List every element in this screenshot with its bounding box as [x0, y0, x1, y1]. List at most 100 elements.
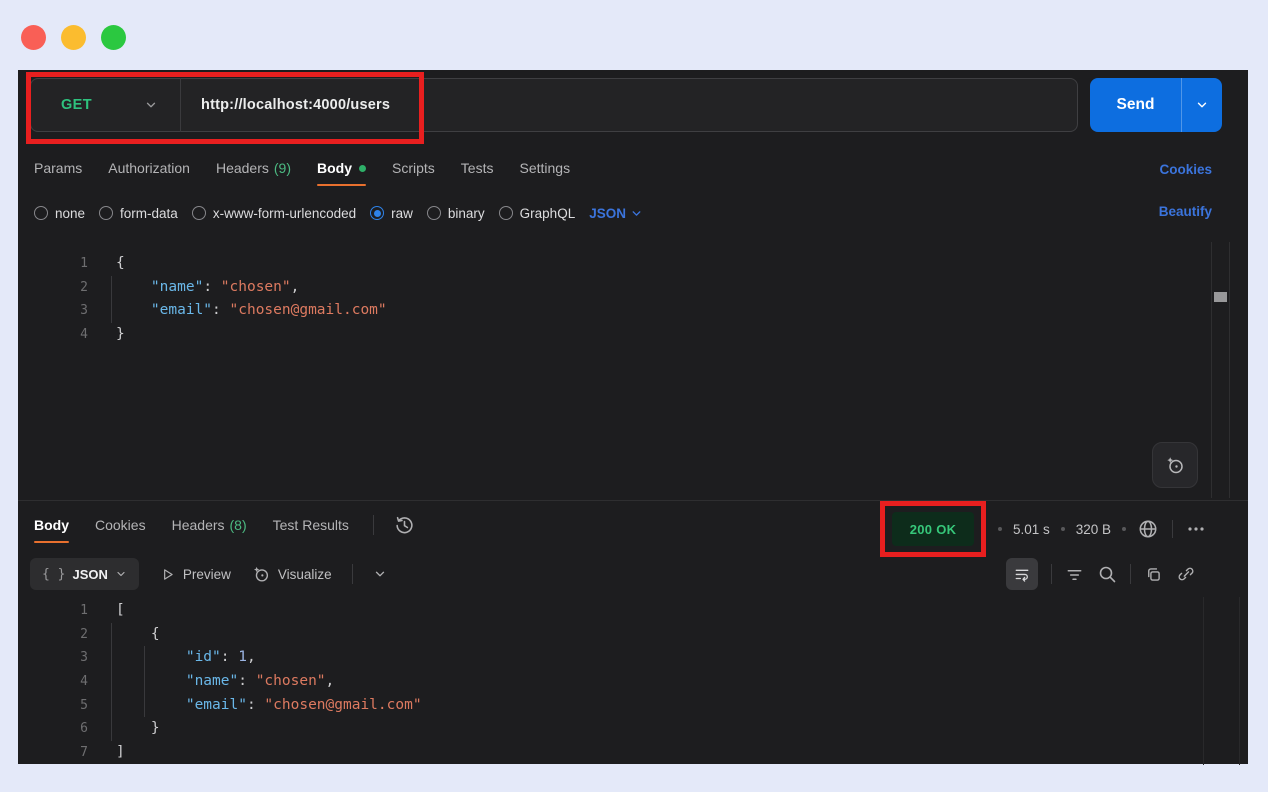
response-editor-scrollbar[interactable]	[1203, 597, 1240, 765]
indent-guide	[111, 646, 112, 670]
body-type-none[interactable]: none	[34, 206, 85, 221]
code-line: 1[	[18, 599, 1203, 623]
response-tab-headers[interactable]: Headers(8)	[172, 508, 247, 542]
response-size: 320 B	[1076, 522, 1111, 537]
request-tab-bar: Params Authorization Headers(9) Body Scripts…	[34, 150, 570, 186]
send-button[interactable]: Send	[1090, 78, 1222, 132]
preview-button[interactable]: Preview	[159, 566, 231, 583]
response-meta: 5.01 s 320 B	[998, 514, 1206, 544]
traffic-light-zoom[interactable]	[101, 25, 126, 50]
line-number: 2	[18, 276, 88, 300]
preview-label: Preview	[183, 567, 231, 582]
network-globe-icon[interactable]	[1137, 518, 1159, 540]
radio-label: GraphQL	[520, 206, 576, 221]
radio-icon	[427, 206, 441, 220]
radio-label: x-www-form-urlencoded	[213, 206, 356, 221]
url-bar-divider	[180, 78, 181, 132]
toolbar-divider	[1051, 564, 1052, 584]
radio-label: form-data	[120, 206, 178, 221]
response-tab-body[interactable]: Body	[34, 508, 69, 542]
indent-guide	[111, 717, 112, 741]
response-history-icon[interactable]	[394, 515, 415, 536]
method-label: GET	[61, 97, 92, 113]
visualize-button[interactable]: Visualize	[251, 564, 332, 584]
indent-guide	[111, 670, 112, 694]
tab-label: Cookies	[95, 517, 146, 533]
response-tab-bar: Body Cookies Headers(8) Test Results	[34, 506, 415, 544]
method-selector[interactable]: GET	[31, 79, 158, 131]
wrap-text-button[interactable]	[1006, 558, 1038, 590]
response-format-dropdown[interactable]: { } JSON	[30, 558, 139, 590]
request-body-editor[interactable]: 1{2 "name": "chosen",3 "email": "chosen@…	[18, 242, 1211, 498]
body-type-raw[interactable]: raw	[370, 206, 413, 221]
radio-icon	[99, 206, 113, 220]
line-number: 2	[18, 623, 88, 647]
radio-label: binary	[448, 206, 485, 221]
response-toolbar: { } JSON Preview	[30, 555, 387, 593]
response-body-editor[interactable]: 1[2 {3 "id": 1,4 "name": "chosen",5 "ema…	[18, 597, 1203, 765]
visualize-label: Visualize	[278, 567, 332, 582]
code-line: 3 "id": 1,	[18, 646, 1203, 670]
line-number: 7	[18, 741, 88, 765]
postbot-ai-button[interactable]	[1152, 442, 1198, 488]
filter-icon[interactable]	[1065, 565, 1084, 584]
line-number: 1	[18, 252, 88, 276]
traffic-light-close[interactable]	[21, 25, 46, 50]
indent-guide	[144, 670, 145, 694]
request-tab-scripts[interactable]: Scripts	[392, 151, 435, 185]
meta-divider	[1172, 520, 1173, 538]
body-type-binary[interactable]: binary	[427, 206, 485, 221]
request-tab-params[interactable]: Params	[34, 151, 82, 185]
indent-guide	[111, 623, 112, 647]
body-type-x-www-form-urlencoded[interactable]: x-www-form-urlencoded	[192, 206, 356, 221]
indent-guide	[111, 299, 112, 323]
response-tab-cookies[interactable]: Cookies	[95, 508, 146, 542]
request-url-bar: GET http://localhost:4000/users	[30, 78, 1078, 132]
response-tab-test-results[interactable]: Test Results	[273, 508, 349, 542]
line-number: 3	[18, 299, 88, 323]
search-icon[interactable]	[1097, 564, 1117, 584]
line-number: 6	[18, 717, 88, 741]
body-type-form-data[interactable]: form-data	[99, 206, 178, 221]
chevron-down-icon	[144, 98, 158, 112]
request-tab-headers[interactable]: Headers(9)	[216, 151, 291, 185]
meta-separator-dot	[1122, 527, 1126, 531]
radio-icon	[34, 206, 48, 220]
line-number: 1	[18, 599, 88, 623]
meta-separator-dot	[1061, 527, 1065, 531]
more-options-icon[interactable]	[1186, 519, 1206, 539]
tab-label: Body	[34, 517, 69, 533]
response-section: Body Cookies Headers(8) Test Results 200 OK…	[18, 500, 1248, 764]
scrollbar-thumb[interactable]	[1214, 292, 1227, 302]
request-tab-authorization[interactable]: Authorization	[108, 151, 190, 185]
request-tab-settings[interactable]: Settings	[519, 151, 570, 185]
request-editor-scrollbar[interactable]	[1211, 242, 1230, 498]
indent-guide	[111, 694, 112, 718]
unsaved-changes-dot	[359, 165, 366, 172]
url-input[interactable]: http://localhost:4000/users	[201, 97, 390, 113]
copy-icon[interactable]	[1144, 565, 1163, 584]
traffic-light-minimize[interactable]	[61, 25, 86, 50]
tab-label: Test Results	[273, 517, 349, 533]
cookies-link[interactable]: Cookies	[1159, 162, 1212, 177]
request-language-dropdown[interactable]: JSON	[589, 206, 643, 221]
chevron-down-icon[interactable]	[373, 567, 387, 581]
response-format-label: JSON	[72, 567, 107, 582]
request-language-label: JSON	[589, 206, 626, 221]
code-line: 5 "email": "chosen@gmail.com"	[18, 694, 1203, 718]
code-line: 6 }	[18, 717, 1203, 741]
send-options-chevron-icon[interactable]	[1182, 98, 1222, 112]
request-tab-body[interactable]: Body	[317, 151, 366, 185]
indent-guide	[144, 646, 145, 670]
link-icon[interactable]	[1176, 564, 1196, 584]
tab-label: Params	[34, 160, 82, 176]
braces-icon: { }	[42, 567, 65, 582]
tab-label: Scripts	[392, 160, 435, 176]
beautify-link[interactable]: Beautify	[1159, 204, 1212, 219]
chevron-down-icon	[115, 568, 127, 580]
request-tab-tests[interactable]: Tests	[461, 151, 494, 185]
body-type-graphql[interactable]: GraphQL	[499, 206, 576, 221]
tab-label: Settings	[519, 160, 570, 176]
tab-label: Authorization	[108, 160, 190, 176]
status-badge: 200 OK	[892, 512, 974, 546]
